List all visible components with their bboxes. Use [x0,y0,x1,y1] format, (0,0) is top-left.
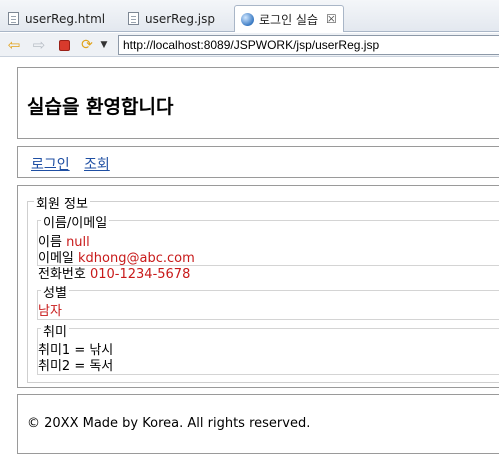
file-icon [128,12,139,25]
browser-toolbar: ⇦ ⇨ ⟳ ▼ http://localhost:8089/JSPWORK/js… [0,33,499,57]
url-input[interactable]: http://localhost:8089/JSPWORK/jsp/userRe… [118,35,499,55]
main-section: 회원 정보 이름/이메일 이름 null 이메일 kdhong@abc.com … [17,185,499,388]
name-email-legend: 이름/이메일 [41,212,110,231]
stop-icon[interactable] [55,37,73,53]
footer-copyright: © 20XX Made by Korea. All rights reserve… [27,416,311,431]
footer-section: © 20XX Made by Korea. All rights reserve… [17,394,499,454]
hobby-legend: 취미 [41,321,69,340]
gender-value: 남자 [38,304,62,319]
close-icon[interactable]: ☒ [326,13,337,25]
refresh-icon[interactable]: ⟳ [78,37,96,53]
tab-userreg-jsp[interactable]: userReg.jsp [128,5,215,32]
page-title: 실습을 환영합니다 [27,96,174,118]
nav-section: 로그인 조회 [17,146,499,178]
user-info-legend: 회원 정보 [34,193,90,212]
hobby-item: 취미2 = 독서 [38,359,114,374]
chevron-down-icon[interactable]: ▼ [97,37,111,53]
gender-fieldset [37,290,499,320]
tab-label: 로그인 실습 [259,12,319,27]
header-section: 실습을 환영합니다 [17,67,499,139]
lookup-link[interactable]: 조회 [84,154,110,174]
tab-label: userReg.jsp [145,11,215,26]
editor-tab-strip: userReg.html userReg.jsp 로그인 실습 ☒ [0,0,499,32]
back-icon[interactable]: ⇦ [5,37,23,53]
file-icon [8,12,19,25]
phone-value: 010-1234-5678 [89,267,191,282]
tab-userreg-html[interactable]: userReg.html [8,5,105,32]
tab-label: userReg.html [25,11,106,26]
tab-login-practice[interactable]: 로그인 실습 ☒ [234,5,344,32]
login-link[interactable]: 로그인 [31,154,70,174]
forward-icon[interactable]: ⇨ [30,37,48,53]
phone-label: 전화번호 [38,267,86,282]
gender-legend: 성별 [41,282,69,301]
globe-icon [241,12,254,26]
phone-row: 전화번호 010-1234-5678 [38,263,190,282]
